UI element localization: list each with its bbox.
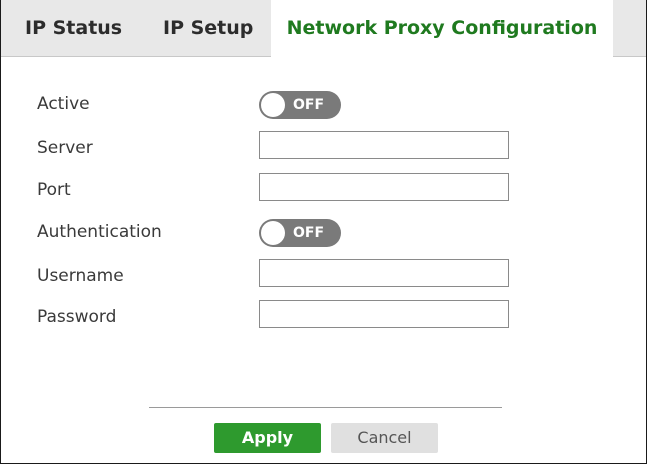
toggle-knob bbox=[261, 221, 285, 245]
password-input[interactable] bbox=[259, 300, 509, 328]
active-toggle-state: OFF bbox=[293, 97, 325, 113]
username-input[interactable] bbox=[259, 259, 509, 287]
proxy-config-panel: IP Status IP Setup Network Proxy Configu… bbox=[0, 0, 647, 464]
toggle-knob bbox=[261, 93, 285, 117]
authentication-label: Authentication bbox=[37, 222, 162, 242]
divider bbox=[149, 407, 502, 408]
tab-network-proxy-configuration[interactable]: Network Proxy Configuration bbox=[271, 0, 613, 57]
active-label: Active bbox=[37, 94, 90, 114]
password-label: Password bbox=[37, 307, 117, 327]
active-toggle[interactable]: OFF bbox=[259, 91, 341, 119]
tab-ip-status[interactable]: IP Status bbox=[25, 0, 122, 56]
tab-bar: IP Status IP Setup Network Proxy Configu… bbox=[1, 0, 646, 57]
authentication-toggle[interactable]: OFF bbox=[259, 219, 341, 247]
port-input[interactable] bbox=[259, 173, 509, 201]
tab-ip-setup[interactable]: IP Setup bbox=[163, 0, 253, 56]
server-input[interactable] bbox=[259, 131, 509, 159]
authentication-toggle-state: OFF bbox=[293, 225, 325, 241]
username-label: Username bbox=[37, 266, 124, 286]
cancel-button[interactable]: Cancel bbox=[331, 423, 438, 453]
apply-button[interactable]: Apply bbox=[214, 423, 321, 453]
server-label: Server bbox=[37, 138, 93, 158]
port-label: Port bbox=[37, 180, 71, 200]
